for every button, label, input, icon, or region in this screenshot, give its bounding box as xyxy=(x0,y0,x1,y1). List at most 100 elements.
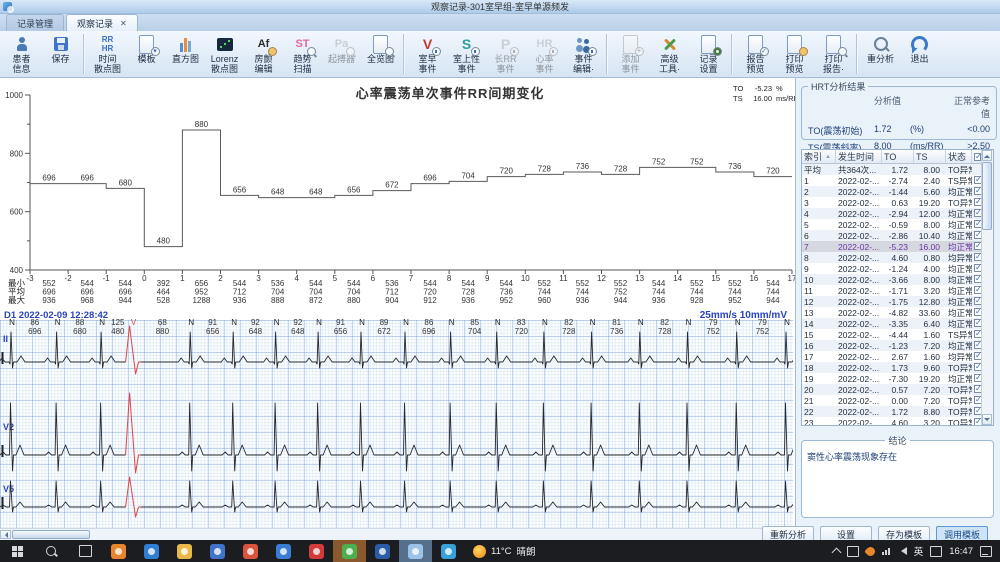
toolbar-button-trend-scan[interactable]: ST趋势扫描 xyxy=(283,33,322,75)
svg-text:656: 656 xyxy=(206,327,220,336)
hrt-col-to[interactable]: TO xyxy=(882,150,914,163)
taskbar-app-search-tool[interactable] xyxy=(102,540,135,562)
hrt-table-row[interactable]: 142022-02-...-3.356.40均正常 xyxy=(802,318,993,329)
hrt-table-row[interactable]: 12022-02-...-2.742.40TS异常 xyxy=(802,175,993,186)
hrt-table-row[interactable]: 192022-02-...-7.3019.20均正常 xyxy=(802,373,993,384)
svg-text:872: 872 xyxy=(309,296,323,305)
tray-expand-icon[interactable] xyxy=(831,547,841,557)
taskbar-search-button[interactable] xyxy=(34,540,68,562)
toolbar-button-pvc-events[interactable]: V室早事件 xyxy=(408,33,447,75)
ecg-horizontal-scrollbar[interactable] xyxy=(0,528,795,539)
cell-index: 22 xyxy=(802,407,836,417)
toolbar-button-sv-events[interactable]: S室上性事件 xyxy=(447,33,486,75)
hrt-table-row[interactable]: 22022-02-...-1.445.60均正常 xyxy=(802,186,993,197)
cell-ts: 9.60 xyxy=(914,363,946,373)
taskbar-app-chrome-browser[interactable] xyxy=(234,540,267,562)
hrt-table-row[interactable]: 232022-02-...4.603.20TO异常 xyxy=(802,417,993,426)
file-explorer-icon xyxy=(177,544,192,559)
conclusion-text[interactable]: 窦性心率震荡现象存在 xyxy=(802,447,993,466)
scrollbar-thumb[interactable] xyxy=(12,530,90,539)
touch-keyboard-icon[interactable] xyxy=(930,546,942,557)
hrt-table-row[interactable]: 172022-02-...2.671.60均异常 xyxy=(802,351,993,362)
select-all-checkbox[interactable] xyxy=(974,153,981,161)
toolbar-button-record-settings[interactable]: 记录设置 xyxy=(689,33,728,75)
hrt-table-row[interactable]: 202022-02-...0.577.20TO异常 xyxy=(802,384,993,395)
hrt-table-row[interactable]: 42022-02-...-2.9412.00均正常 xyxy=(802,208,993,219)
hrt-table-row[interactable]: 152022-02-...-4.441.60TS异常 xyxy=(802,329,993,340)
cell-ts: 8.00 xyxy=(914,165,946,175)
taskbar-app-messenger-app[interactable] xyxy=(267,540,300,562)
volume-icon[interactable] xyxy=(897,547,907,555)
ecg-strip[interactable]: NNNVNNNNNNNNNNNNNN8669688680125480688809… xyxy=(0,310,793,528)
weather-widget[interactable]: 11°C晴朗 xyxy=(465,540,544,562)
toolbar-button-save[interactable]: 保存 xyxy=(41,33,80,66)
toolbar-button-print-report[interactable]: 打印报告· xyxy=(814,33,853,75)
hrt-col-ts[interactable]: TS xyxy=(914,150,946,163)
hrt-table-row[interactable]: 32022-02-...0.6319.20TO异常 xyxy=(802,197,993,208)
cell-ts: 3.20 xyxy=(914,418,946,427)
hrt-table-row[interactable]: 162022-02-...-1.237.20均正常 xyxy=(802,340,993,351)
taskbar-app-ecg-app[interactable] xyxy=(399,540,432,562)
toolbar-button-reanalyze[interactable]: 重分析 xyxy=(861,33,900,66)
scrollbar-thumb[interactable] xyxy=(982,162,992,230)
hrt-table-row[interactable]: 82022-02-...4.600.80均异常 xyxy=(802,252,993,263)
svg-text:V5: V5 xyxy=(3,484,14,494)
hrt-table-row[interactable]: 62022-02-...-2.8610.40均正常 xyxy=(802,230,993,241)
toolbar-button-time-scatter[interactable]: RR HR时间散点图 xyxy=(88,33,127,75)
taskbar-app-ie-browser[interactable] xyxy=(432,540,465,562)
taskbar-app-wechat-app[interactable] xyxy=(333,540,366,562)
hrt-table-row[interactable]: 222022-02-...1.728.80TO异常 xyxy=(802,406,993,417)
toolbar-button-event-edit[interactable]: 事件编辑· xyxy=(564,33,603,75)
toolbar-button-advanced-tools[interactable]: 高级工具· xyxy=(650,33,689,75)
hrt-table-row[interactable]: 132022-02-...-4.8233.60均正常 xyxy=(802,307,993,318)
toolbar-button-overview[interactable]: 全览图 xyxy=(361,33,400,66)
toolbar-button-patient-info[interactable]: 患者信息 xyxy=(2,33,41,75)
tray-app-icon[interactable] xyxy=(847,546,859,557)
toolbar-button-long-rr-events: P长RR事件 xyxy=(486,33,525,75)
toolbar-button-template[interactable]: ▾模板 xyxy=(127,33,166,66)
taskbar-clock[interactable]: 16:47 xyxy=(949,546,973,557)
toolbar-button-lorenz-scatter[interactable]: Lorenz散点图 xyxy=(205,33,244,75)
scroll-down-icon xyxy=(984,418,990,424)
tab-close-icon[interactable]: ✕ xyxy=(120,19,127,28)
ime-indicator[interactable]: 英 xyxy=(914,544,924,558)
hrt-table-row[interactable]: 102022-02-...-3.668.00均正常 xyxy=(802,274,993,285)
taskbar-app-heart-app[interactable] xyxy=(300,540,333,562)
hrt-col-status[interactable]: 状态 xyxy=(946,150,972,163)
taskbar-app-mail-app[interactable] xyxy=(366,540,399,562)
taskbar-app-file-explorer[interactable] xyxy=(168,540,201,562)
hrt-table-row[interactable]: 212022-02-...0.007.20TO异常 xyxy=(802,395,993,406)
hrt-table-row[interactable]: 72022-02-...-5.2316.00均正常 xyxy=(802,241,993,252)
network-icon[interactable] xyxy=(882,548,890,555)
task-view-button[interactable] xyxy=(68,540,102,562)
hrt-table-row[interactable]: 112022-02-...-1.713.20均正常 xyxy=(802,285,993,296)
toolbar-button-print-preview[interactable]: 打印预览 xyxy=(775,33,814,75)
hrt-table-row[interactable]: 122022-02-...-1.7512.80均正常 xyxy=(802,296,993,307)
taskbar-app-photos-app[interactable] xyxy=(201,540,234,562)
cell-to: -1.23 xyxy=(882,341,914,351)
scroll-left-button[interactable] xyxy=(0,530,11,539)
heart-app-icon xyxy=(309,544,324,559)
toolbar-button-af-edit[interactable]: Af房颤编辑 xyxy=(244,33,283,75)
notification-center-icon[interactable] xyxy=(980,546,992,557)
svg-text:656: 656 xyxy=(347,185,361,194)
hrt-table-row[interactable]: 平均共364次...1.728.00TO异常 xyxy=(802,164,993,175)
tray-flame-icon[interactable] xyxy=(864,545,877,558)
hrt-table-row[interactable]: 92022-02-...-1.244.00均正常 xyxy=(802,263,993,274)
scroll-down-button[interactable] xyxy=(982,414,992,425)
scroll-up-button[interactable] xyxy=(982,150,992,161)
hrt-table-row[interactable]: 182022-02-...1.739.60TO异常 xyxy=(802,362,993,373)
start-button[interactable] xyxy=(0,540,34,562)
hrt-col-time[interactable]: 发生时间 xyxy=(836,150,882,163)
tab-观察记录[interactable]: 观察记录✕ xyxy=(66,14,138,31)
toolbar-button-exit[interactable]: 退出 xyxy=(900,33,939,66)
taskbar-app-edge-browser[interactable] xyxy=(135,540,168,562)
tab-记录管理[interactable]: 记录管理 xyxy=(6,14,64,31)
hrt-table-row[interactable]: 52022-02-...-0.598.00均正常 xyxy=(802,219,993,230)
hrt-col-index[interactable]: 索引▲ xyxy=(802,150,836,163)
toolbar-button-report-preview[interactable]: ✓报告预览 xyxy=(736,33,775,75)
toolbar-button-histogram[interactable]: 直方图 xyxy=(166,33,205,66)
table-vertical-scrollbar[interactable] xyxy=(981,150,993,425)
cell-to: -4.82 xyxy=(882,308,914,318)
toolbar-button-label: 模板 xyxy=(137,55,155,65)
